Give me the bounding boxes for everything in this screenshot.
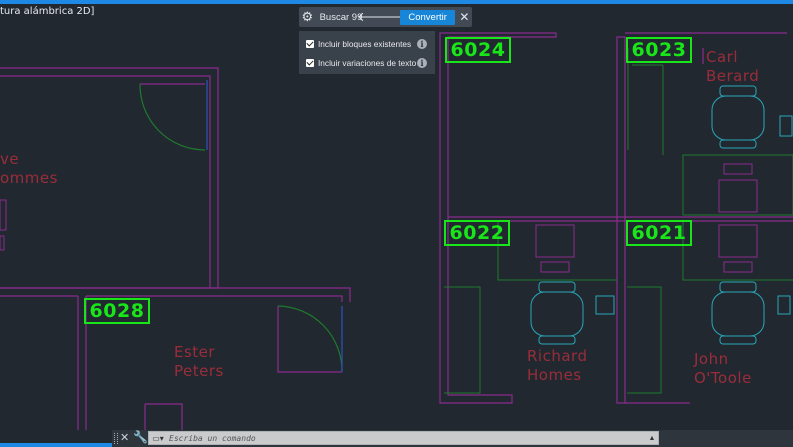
occupant-name[interactable]: Richard Homes [527,347,587,385]
viewport-label[interactable]: tura alámbrica 2D] [0,6,94,17]
info-icon[interactable]: i [417,38,427,49]
monitor [718,179,758,213]
monitor [535,224,575,258]
chair [711,291,765,337]
room-tag-6021[interactable]: 6021 [626,220,692,246]
close-icon[interactable]: ✕ [457,10,472,24]
occupant-name[interactable]: Carl Berard [706,48,759,86]
chair [530,291,584,337]
option-include-variations[interactable]: Incluir variaciones de texto i [299,53,435,72]
occupant-name[interactable]: ve ommes [0,150,58,188]
chevron-up-icon[interactable]: ▲ [646,435,658,442]
find-toolbar: ⚙ Buscar 99 🡐 🡒 Convertir ✕ [299,7,472,27]
room-tag-6028[interactable]: 6028 [84,298,150,324]
monitor [718,224,758,258]
wrench-icon[interactable]: 🔧 [133,430,148,444]
info-icon[interactable]: i [417,57,427,68]
include-variations-label: Incluir variaciones de texto [318,57,417,68]
grip-handle-icon[interactable] [114,433,118,444]
include-variations-checkbox[interactable] [306,58,314,67]
room-tag-6023[interactable]: 6023 [626,37,692,63]
option-include-blocks[interactable]: Incluir bloques existentes i [299,34,435,53]
room-tag-6024[interactable]: 6024 [445,37,511,63]
include-blocks-label: Incluir bloques existentes [318,38,412,49]
close-icon[interactable]: ✕ [120,431,129,444]
command-prompt-icon[interactable]: ▭▾ [149,432,167,444]
bottom-accent-bar [0,443,112,447]
occupant-name[interactable]: Ester Peters [174,343,224,381]
command-input-wrapper: ▭▾ ▲ [148,431,659,445]
command-input[interactable] [167,432,646,444]
convert-button[interactable]: Convertir [400,9,455,25]
room-tag-6022[interactable]: 6022 [444,220,510,246]
include-blocks-checkbox[interactable] [306,39,314,48]
arrow-right-icon[interactable]: 🡒 [373,7,408,27]
occupant-name[interactable]: John O'Toole [694,350,752,388]
gear-icon[interactable]: ⚙ [299,7,316,27]
find-options-panel: Incluir bloques existentes i Incluir var… [299,31,435,74]
chair [711,95,765,141]
